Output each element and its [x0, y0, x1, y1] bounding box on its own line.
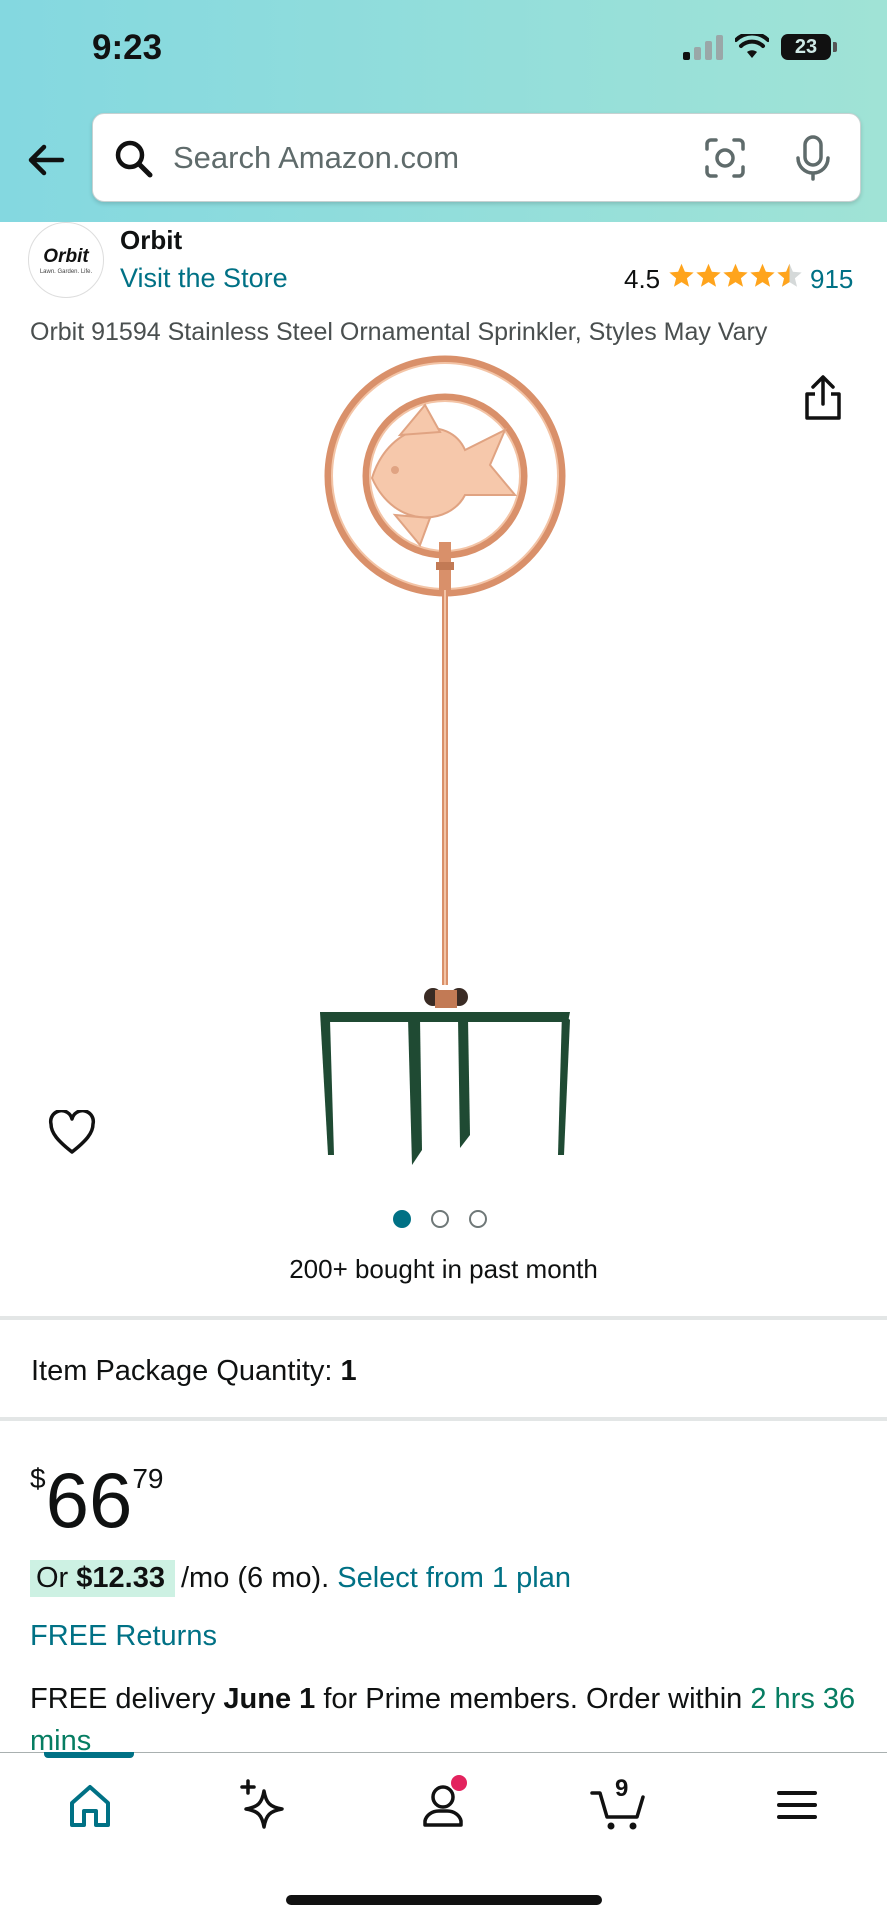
carousel-dot[interactable]	[393, 1210, 411, 1228]
app-header: 9:23 23	[0, 0, 887, 222]
search-input[interactable]	[171, 132, 695, 184]
image-carousel-indicator[interactable]	[393, 1210, 487, 1228]
carousel-dot[interactable]	[431, 1210, 449, 1228]
star-rating[interactable]	[668, 262, 803, 289]
home-icon[interactable]	[60, 1775, 120, 1835]
delivery-text-2: for Prime members. Order within	[315, 1683, 751, 1715]
brand-logo-text: Orbit	[43, 245, 89, 267]
delivery-date: June 1	[223, 1683, 316, 1715]
rating-value: 4.5	[624, 264, 661, 294]
microphone-icon[interactable]	[793, 134, 833, 182]
price: $ 66 79	[30, 1455, 164, 1545]
back-arrow-icon[interactable]	[22, 136, 70, 184]
section-divider	[0, 1417, 887, 1421]
battery-icon: 23	[781, 34, 837, 60]
section-divider	[0, 1316, 887, 1320]
brand-name: Orbit	[120, 225, 183, 255]
review-count[interactable]: 915	[810, 264, 853, 295]
free-returns-link[interactable]: FREE Returns	[30, 1620, 217, 1653]
brand-logo[interactable]: Orbit Lawn. Garden. Life.	[28, 222, 104, 298]
installment-amount-pill: Or $12.33	[30, 1560, 175, 1597]
star-full-icon	[669, 263, 694, 287]
bought-in-past-month: 200+ bought in past month	[289, 1254, 598, 1284]
quantity-value: 1	[340, 1355, 357, 1387]
installment-prefix: Or	[36, 1562, 69, 1594]
select-plan-link[interactable]: Select from 1 plan	[337, 1562, 571, 1595]
delivery-text-1: FREE delivery	[30, 1683, 224, 1715]
notification-badge	[451, 1775, 467, 1791]
star-half-icon	[777, 263, 802, 287]
star-full-icon	[696, 263, 721, 287]
cellular-signal-icon	[683, 34, 723, 60]
account-tab[interactable]	[413, 1775, 473, 1835]
brand-logo-tagline: Lawn. Garden. Life.	[39, 268, 93, 275]
active-tab-indicator	[44, 1752, 134, 1758]
share-icon[interactable]	[800, 374, 846, 422]
star-full-icon	[723, 263, 748, 287]
visit-store-link[interactable]: Visit the Store	[120, 263, 288, 294]
price-fraction: 79	[132, 1463, 164, 1494]
search-bar[interactable]	[92, 113, 861, 202]
installment-offer: Or $12.33 /mo (6 mo). Select from 1 plan	[30, 1560, 571, 1597]
item-package-quantity[interactable]: Item Package Quantity: 1	[31, 1355, 357, 1388]
cart-count: 9	[615, 1775, 629, 1802]
installment-amount: $12.33	[76, 1562, 165, 1594]
status-time: 9:23	[92, 28, 163, 67]
installment-term: /mo (6 mo).	[180, 1562, 330, 1594]
price-whole: 66	[45, 1456, 133, 1544]
status-icons: 23	[683, 34, 837, 60]
search-icon	[115, 140, 153, 178]
heart-wishlist-icon[interactable]	[48, 1110, 96, 1156]
quantity-label: Item Package Quantity:	[31, 1355, 333, 1387]
star-full-icon	[750, 263, 775, 287]
product-image[interactable]	[300, 350, 590, 1170]
carousel-dot[interactable]	[469, 1210, 487, 1228]
menu-icon[interactable]	[767, 1775, 827, 1835]
camera-lens-icon[interactable]	[703, 136, 747, 180]
price-currency: $	[30, 1463, 46, 1494]
delivery-message: FREE delivery June 1 for Prime members. …	[30, 1678, 870, 1762]
cart-tab[interactable]: 9	[589, 1775, 649, 1835]
battery-level: 23	[794, 35, 818, 58]
product-title: Orbit 91594 Stainless Steel Ornamental S…	[30, 318, 768, 346]
wifi-icon	[735, 34, 769, 58]
home-indicator	[286, 1895, 602, 1905]
rufus-sparkle-icon[interactable]	[236, 1775, 296, 1835]
